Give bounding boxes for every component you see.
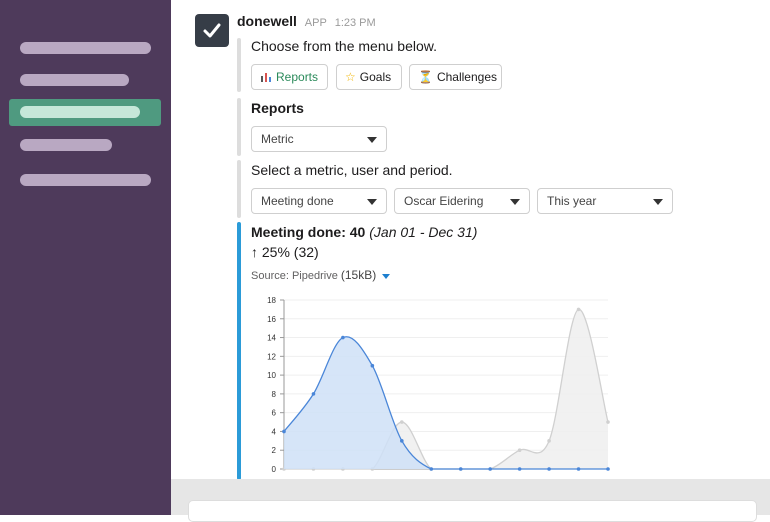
data-point	[547, 439, 551, 443]
message-header: donewell APP 1:23 PM	[237, 13, 376, 29]
data-point	[341, 335, 345, 340]
sidebar-item-2[interactable]	[20, 74, 129, 86]
attachment-bar-1	[237, 38, 241, 92]
data-point	[400, 439, 404, 443]
intro-text: Choose from the menu below.	[251, 38, 437, 54]
sidebar	[0, 0, 171, 515]
data-point	[576, 467, 581, 471]
message-time[interactable]: 1:23 PM	[335, 17, 376, 29]
y-tick-label: 8	[272, 390, 277, 399]
metric-filter-value: Meeting done	[261, 194, 334, 208]
attachment-bar-4	[237, 222, 241, 480]
source-size: (15kB)	[340, 268, 377, 282]
reports-heading: Reports	[251, 100, 304, 116]
hourglass-icon: ⏳	[418, 70, 433, 84]
data-point	[282, 429, 286, 434]
source-line[interactable]: Source: Pipedrive (15kB)	[251, 268, 391, 282]
source-label: Source: Pipedrive	[251, 270, 338, 282]
data-point	[311, 392, 316, 396]
app-avatar[interactable]	[195, 14, 229, 47]
period-filter-select[interactable]: This year	[537, 188, 673, 214]
result-title: Meeting done: 40 (Jan 01 - Dec 31)	[251, 224, 477, 240]
data-point	[458, 467, 463, 471]
select-prompt: Select a metric, user and period.	[251, 162, 453, 178]
result-change: ↑ 25% (32)	[251, 244, 319, 260]
attachment-bar-3	[237, 160, 241, 218]
data-point	[606, 467, 610, 471]
period-filter-value: This year	[547, 194, 597, 208]
sidebar-item-5[interactable]	[20, 174, 151, 186]
goals-button[interactable]: ☆ Goals	[336, 64, 402, 90]
y-tick-label: 2	[272, 446, 277, 455]
sidebar-item-3[interactable]	[20, 106, 140, 118]
data-point	[429, 467, 434, 471]
data-point	[370, 363, 375, 368]
user-filter-select[interactable]: Oscar Eidering	[394, 188, 530, 214]
data-point	[576, 307, 581, 312]
caret-down-icon	[382, 273, 391, 279]
y-tick-label: 12	[267, 352, 276, 361]
y-tick-label: 16	[267, 315, 276, 324]
chevron-down-icon	[510, 199, 520, 205]
data-point	[488, 467, 492, 471]
y-tick-label: 0	[272, 465, 277, 474]
star-icon: ☆	[345, 70, 356, 84]
data-point	[517, 448, 522, 453]
metric-select-value: Metric	[261, 132, 294, 146]
app-name[interactable]: donewell	[237, 13, 297, 29]
goals-button-label: Goals	[359, 70, 392, 84]
y-tick-label: 10	[267, 371, 276, 380]
reports-button[interactable]: Reports	[251, 64, 328, 90]
sidebar-item-active[interactable]	[9, 99, 161, 126]
meeting-chart: 0 2 4 6 8 10 12 14 16 18	[267, 296, 610, 474]
data-point	[547, 467, 551, 471]
user-filter-value: Oscar Eidering	[404, 194, 484, 208]
y-tick-label: 6	[272, 409, 277, 418]
result-range: (Jan 01 - Dec 31)	[369, 224, 478, 240]
chevron-down-icon	[367, 137, 377, 143]
data-point	[606, 420, 610, 424]
y-tick-label: 4	[272, 427, 277, 436]
metric-filter-select[interactable]: Meeting done	[251, 188, 387, 214]
reports-button-label: Reports	[276, 70, 319, 84]
message-input[interactable]	[188, 500, 757, 522]
challenges-button[interactable]: ⏳ Challenges	[409, 64, 502, 90]
attachment-bar-2	[237, 98, 241, 156]
checkmark-icon	[203, 23, 221, 37]
metric-select[interactable]: Metric	[251, 126, 387, 152]
chevron-down-icon	[653, 199, 663, 205]
chevron-down-icon	[367, 199, 377, 205]
data-point	[400, 420, 404, 424]
result-title-value: Meeting done: 40	[251, 224, 366, 240]
data-point	[517, 467, 522, 471]
sidebar-item-4[interactable]	[20, 139, 112, 151]
y-tick-label: 14	[267, 334, 276, 343]
app-tag: APP	[304, 17, 327, 29]
sidebar-item-1[interactable]	[20, 42, 151, 54]
challenges-button-label: Challenges	[436, 70, 497, 84]
bar-chart-icon	[261, 73, 271, 82]
y-tick-label: 18	[267, 296, 276, 305]
